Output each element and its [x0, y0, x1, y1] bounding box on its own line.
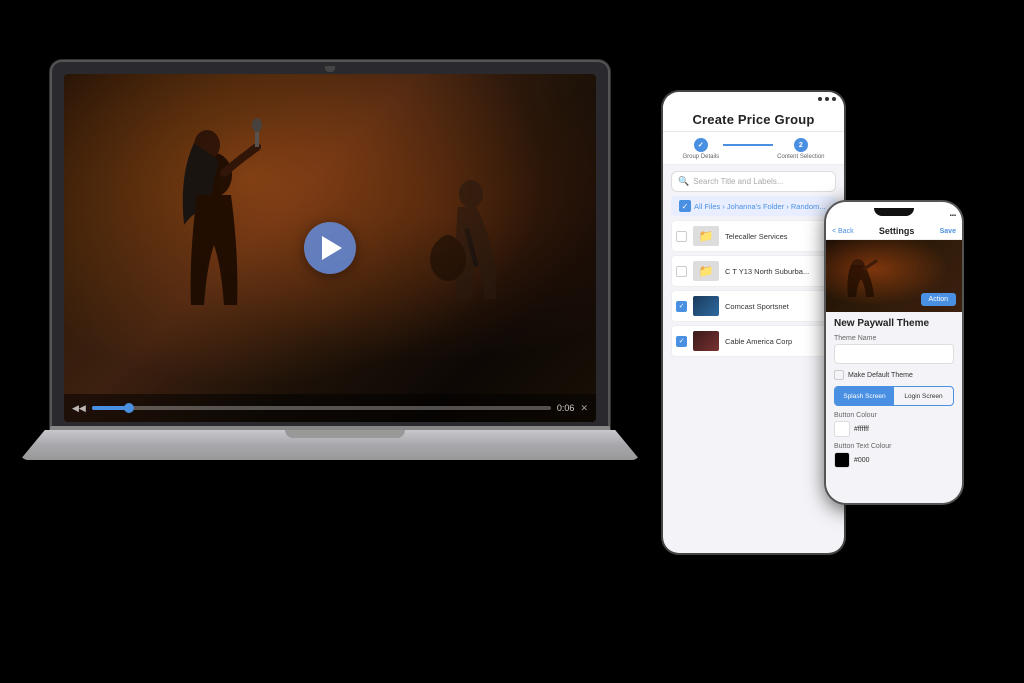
tablet-screen: Create Price Group ✓ Group Details 2 Con…	[663, 92, 844, 553]
button-colour-input-row: #ffffff	[834, 421, 954, 437]
tablet-header: Create Price Group	[663, 106, 844, 132]
breadcrumb-path: All Files › Johanna's Folder › Random...	[694, 202, 825, 211]
folder-icon: 📁	[699, 264, 714, 278]
list-item[interactable]: ✓ Comcast Sportsnet	[671, 290, 836, 322]
step-2-circle: 2	[794, 138, 808, 152]
phone-content: New Paywall Theme Theme Name Make Defaul…	[826, 312, 962, 503]
phone-video-thumbnail: Action	[826, 240, 962, 312]
phone-header: < Back Settings Save	[826, 222, 962, 240]
tablet-device: Create Price Group ✓ Group Details 2 Con…	[661, 90, 846, 555]
steps-indicator: ✓ Group Details 2 Content Selection	[663, 132, 844, 165]
screen-tabs: Splash Screen Login Screen	[834, 386, 954, 406]
signal-dot-3	[832, 97, 836, 101]
file-checkbox-checked[interactable]: ✓	[676, 301, 687, 312]
guitarist-silhouette	[416, 169, 516, 359]
phone-video-singer	[836, 247, 886, 307]
search-placeholder: Search Title and Labels...	[693, 177, 783, 186]
search-bar[interactable]: 🔍 Search Title and Labels...	[671, 171, 836, 192]
phone-notch	[874, 208, 914, 216]
make-default-row: Make Default Theme	[834, 370, 954, 380]
step-1-circle: ✓	[694, 138, 708, 152]
button-colour-label: Button Colour	[834, 412, 954, 419]
tablet-page-title: Create Price Group	[673, 112, 834, 127]
list-item[interactable]: 📁 C T Y13 North Suburba...	[671, 255, 836, 287]
file-checkbox[interactable]	[676, 231, 687, 242]
check-mark: ✓	[682, 202, 689, 211]
signal-dot-1	[818, 97, 822, 101]
laptop-screen: ◀◀ 0:06 ✕	[64, 74, 596, 422]
save-button[interactable]: Save	[940, 228, 956, 235]
tab-splash-screen[interactable]: Splash Screen	[835, 387, 894, 405]
file-checkbox-checked[interactable]: ✓	[676, 336, 687, 347]
theme-name-input[interactable]	[834, 344, 954, 364]
button-text-colour-field: Button Text Colour #000	[834, 443, 954, 468]
button-text-colour-value: #000	[854, 457, 870, 464]
singer-silhouette	[149, 115, 279, 345]
play-button[interactable]	[304, 222, 356, 274]
file-thumbnail: 📁	[693, 261, 719, 281]
scene: ◀◀ 0:06 ✕	[0, 0, 1024, 683]
close-icon[interactable]: ✕	[580, 403, 588, 414]
file-name: Telecaller Services	[725, 232, 831, 241]
phone-device: ▪▪▪ < Back Settings Save Action	[824, 200, 964, 505]
check-icon: ✓	[679, 302, 685, 310]
button-text-colour-swatch[interactable]	[834, 452, 850, 468]
time-display: 0:06	[557, 403, 575, 413]
step-1-label: Group Details	[682, 154, 719, 160]
laptop-trackpad-notch	[285, 430, 405, 438]
button-text-colour-label: Button Text Colour	[834, 443, 954, 450]
progress-bar[interactable]	[92, 406, 551, 410]
progress-indicator	[124, 403, 134, 413]
phone-section-title: New Paywall Theme	[834, 318, 954, 329]
signal-dot-2	[825, 97, 829, 101]
laptop-screen-frame: ◀◀ 0:06 ✕	[50, 60, 610, 430]
make-default-checkbox[interactable]	[834, 370, 844, 380]
file-thumbnail	[693, 296, 719, 316]
theme-name-label: Theme Name	[834, 335, 954, 342]
phone-battery-icon: ▪▪▪	[950, 213, 956, 219]
step-2-label: Content Selection	[777, 154, 824, 160]
file-thumbnail: 📁	[693, 226, 719, 246]
search-icon: 🔍	[678, 176, 689, 187]
volume-icon[interactable]: ◀◀	[72, 403, 86, 414]
button-colour-swatch[interactable]	[834, 421, 850, 437]
tab-login-screen[interactable]: Login Screen	[894, 387, 953, 405]
back-button[interactable]: < Back	[832, 228, 854, 235]
phone-action-button[interactable]: Action	[921, 293, 956, 306]
button-text-colour-input-row: #000	[834, 452, 954, 468]
breadcrumb-row: ✓ All Files › Johanna's Folder › Random.…	[671, 196, 836, 216]
step-1: ✓ Group Details	[682, 138, 719, 160]
tablet-status-bar	[663, 92, 844, 106]
step-line	[723, 144, 773, 146]
laptop: ◀◀ 0:06 ✕	[50, 60, 640, 580]
list-item[interactable]: ✓ Cable America Corp	[671, 325, 836, 357]
phone-page-title: Settings	[879, 226, 915, 236]
file-thumbnail	[693, 331, 719, 351]
file-checkbox[interactable]	[676, 266, 687, 277]
play-icon	[322, 236, 342, 260]
file-name: C T Y13 North Suburba...	[725, 267, 831, 276]
check-icon: ✓	[679, 337, 685, 345]
make-default-label: Make Default Theme	[848, 372, 913, 379]
theme-name-field: Theme Name	[834, 335, 954, 364]
video-controls: ◀◀ 0:06 ✕	[64, 394, 596, 422]
video-content: ◀◀ 0:06 ✕	[64, 74, 596, 422]
file-name: Cable America Corp	[725, 337, 831, 346]
folder-icon: 📁	[699, 229, 714, 243]
list-item[interactable]: 📁 Telecaller Services	[671, 220, 836, 252]
file-list: 📁 Telecaller Services 📁 C T Y13 North Su…	[663, 220, 844, 553]
file-name: Comcast Sportsnet	[725, 302, 831, 311]
button-colour-value: #ffffff	[854, 426, 869, 433]
button-colour-field: Button Colour #ffffff	[834, 412, 954, 437]
laptop-camera	[325, 66, 335, 72]
select-all-checkbox[interactable]: ✓	[679, 200, 691, 212]
step-2: 2 Content Selection	[777, 138, 824, 160]
phone-screen: ▪▪▪ < Back Settings Save Action	[826, 202, 962, 503]
